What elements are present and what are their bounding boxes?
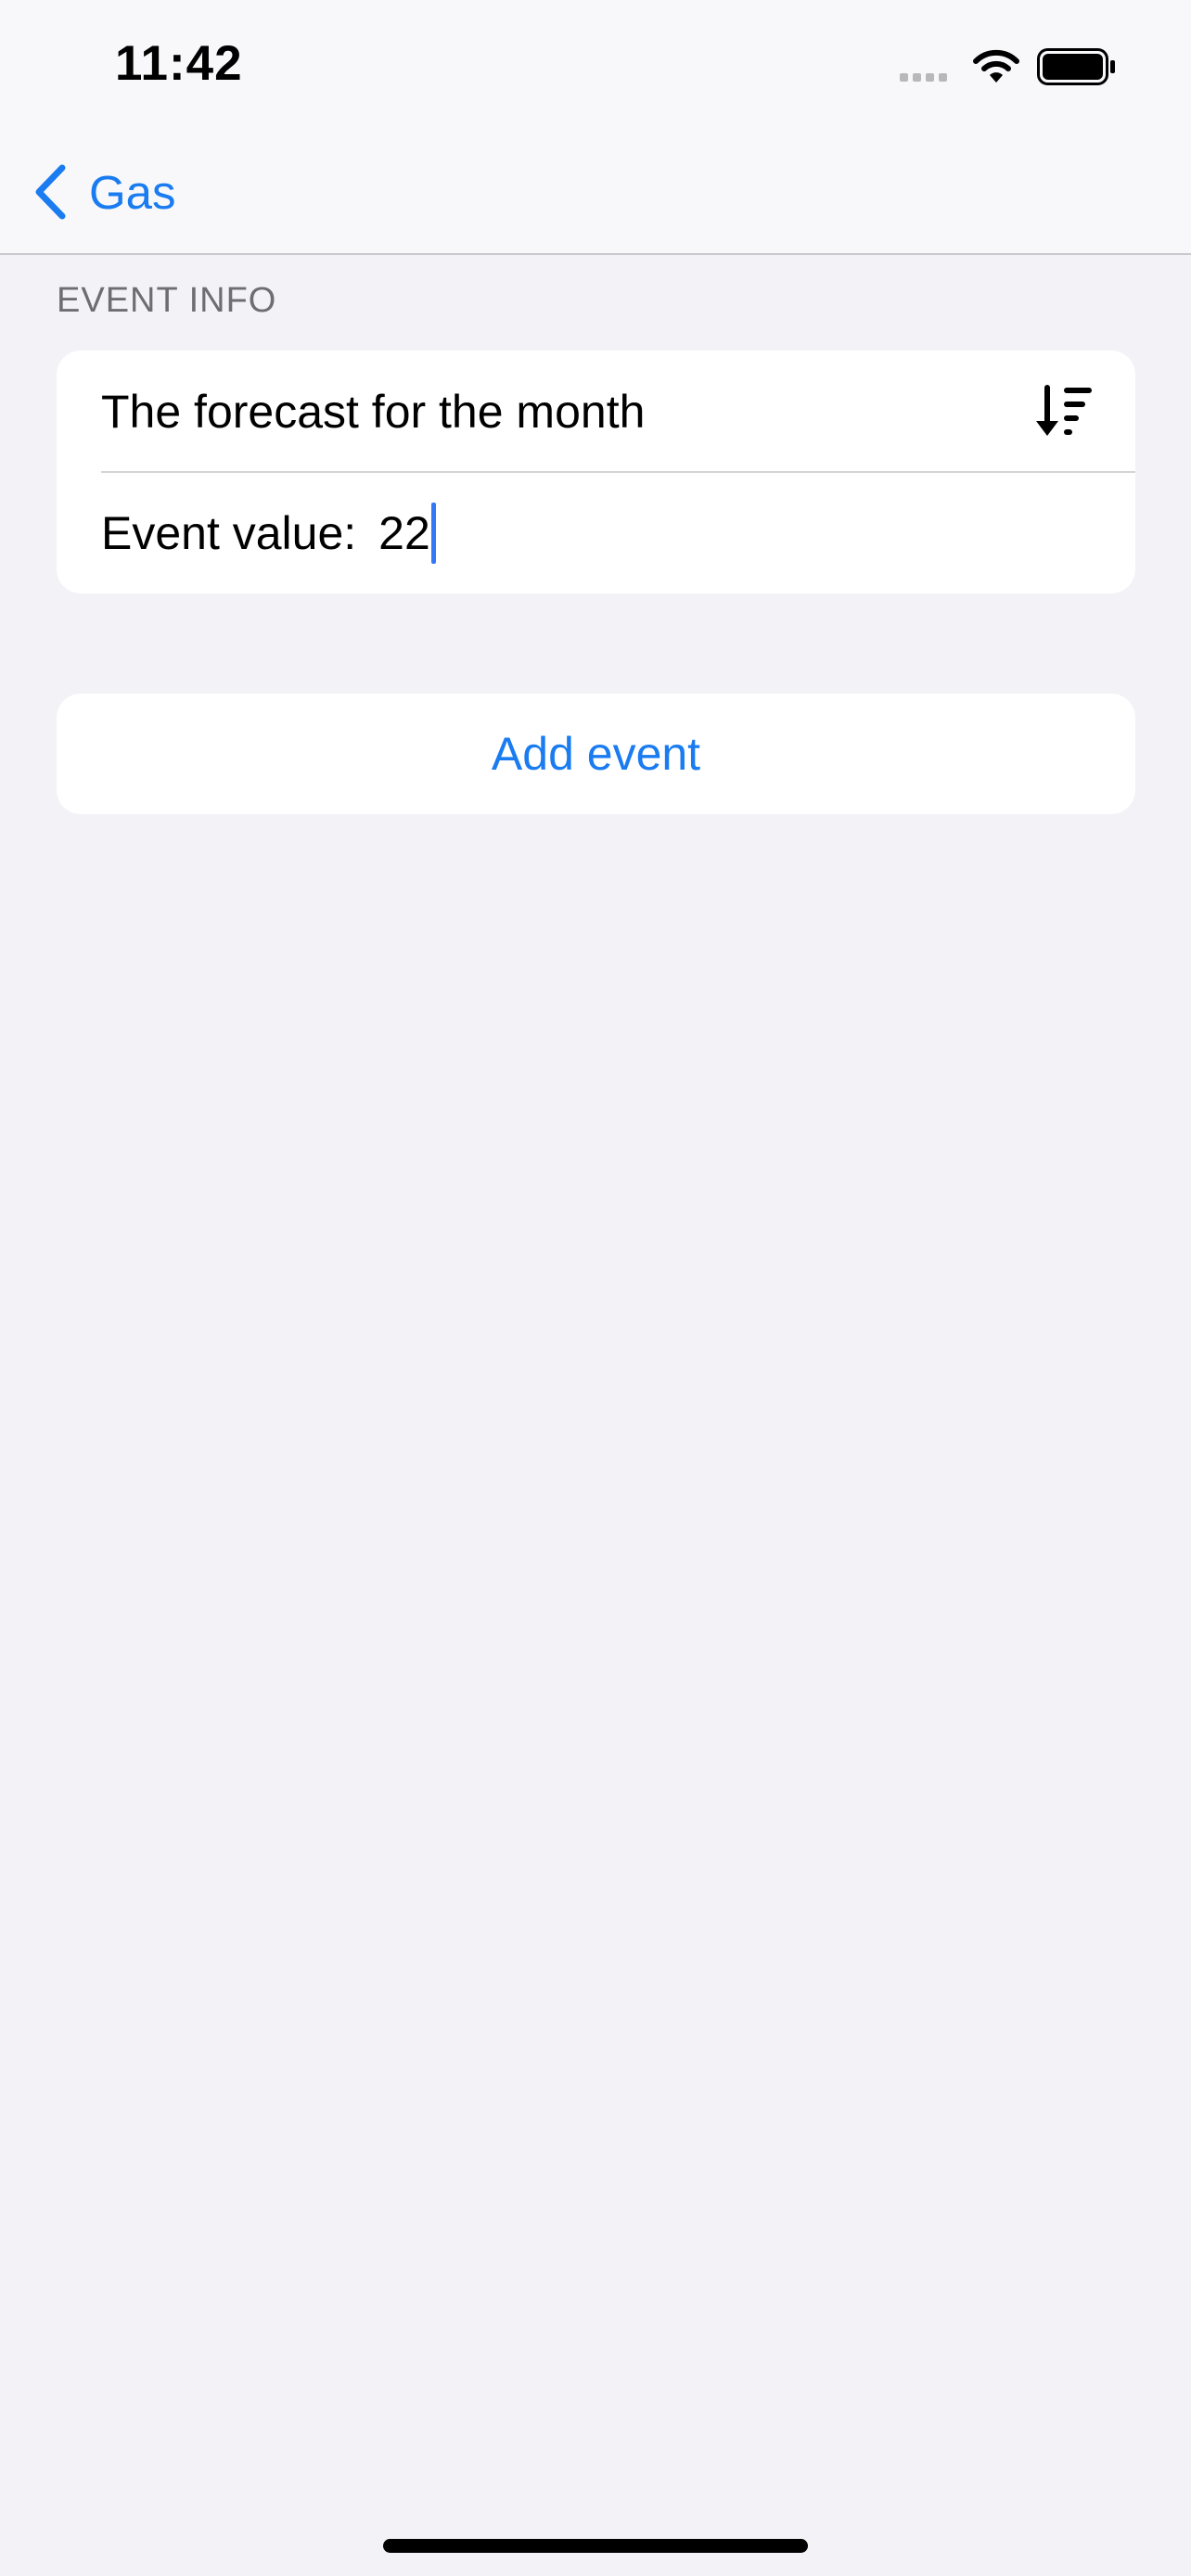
cellular-signal-icon: [900, 73, 947, 82]
add-event-button[interactable]: Add event: [57, 694, 1135, 814]
battery-icon: [1037, 48, 1115, 85]
event-info-card: The forecast for the month Event value: …: [57, 351, 1135, 593]
event-value-text: 22: [378, 506, 430, 559]
text-cursor: [430, 502, 436, 564]
add-event-label: Add event: [491, 728, 701, 780]
chevron-left-icon: [35, 164, 66, 220]
status-time: 11:42: [115, 36, 243, 91]
event-value-label: Event value:: [101, 506, 357, 559]
event-title: The forecast for the month: [101, 385, 646, 438]
event-value-field[interactable]: 22: [378, 502, 436, 564]
section-header: EVENT INFO: [57, 281, 277, 320]
back-button[interactable]: Gas: [32, 159, 176, 224]
wifi-icon: [973, 49, 1019, 83]
sort-descending-icon[interactable]: [1034, 384, 1095, 440]
home-indicator[interactable]: [383, 2539, 808, 2553]
event-title-row[interactable]: The forecast for the month: [57, 351, 1135, 473]
top-bar: 11:42 Gas: [0, 0, 1191, 255]
event-value-row: Event value: 22: [57, 472, 1135, 593]
back-button-label: Gas: [89, 165, 176, 219]
